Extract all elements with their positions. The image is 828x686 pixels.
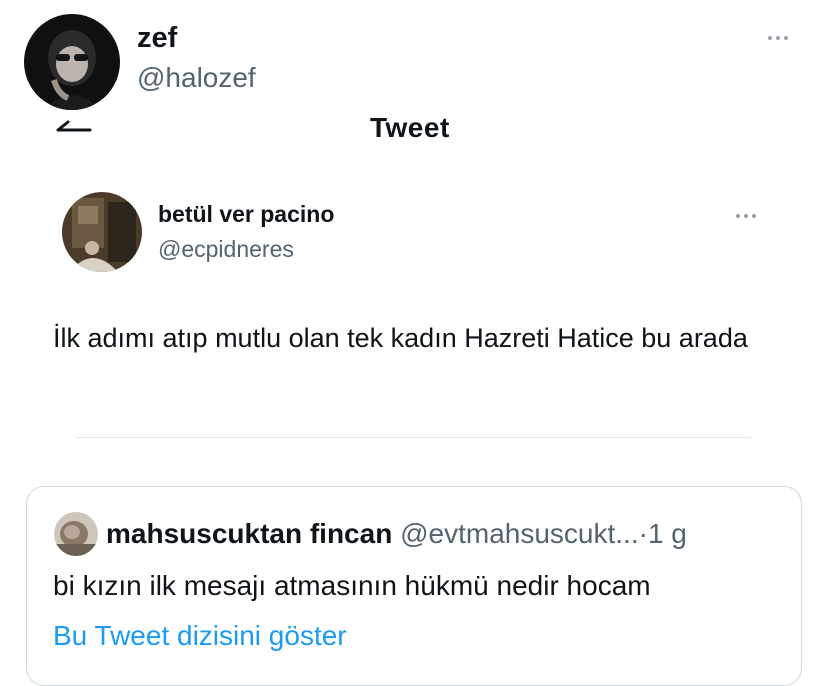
tweet-display-name[interactable]: betül ver pacino	[158, 201, 334, 228]
header-handle[interactable]: @halozef	[137, 62, 256, 94]
quote-time[interactable]: 1 g	[648, 518, 687, 549]
quote-text: bi kızın ilk mesajı atmasının hükmü nedi…	[53, 570, 651, 601]
tweet-text: İlk adımı atıp mutlu olan tek kadın Hazr…	[53, 323, 748, 353]
quote-separator: ·	[638, 518, 648, 549]
more-options-icon[interactable]	[768, 36, 788, 40]
avatar-mahsuscuktan[interactable]	[54, 512, 98, 556]
quote-header: mahsuscuktan fincan @evtmahsuscukt...·1 …	[106, 518, 687, 550]
tweet-more-options-icon[interactable]	[736, 214, 756, 218]
avatar-zef[interactable]	[24, 14, 120, 110]
divider	[76, 437, 751, 438]
nav-title: Tweet	[370, 112, 450, 143]
nav-title-clip: Tweet	[0, 100, 828, 144]
quote-display-name[interactable]: mahsuscuktan fincan	[106, 518, 392, 549]
quote-handle[interactable]: @evtmahsuscukt...	[400, 518, 639, 549]
header-display-name[interactable]: zef	[137, 22, 177, 55]
avatar-betul[interactable]	[62, 192, 142, 272]
show-thread-link[interactable]: Bu Tweet dizisini göster	[53, 620, 347, 652]
tweet-handle[interactable]: @ecpidneres	[158, 236, 294, 263]
